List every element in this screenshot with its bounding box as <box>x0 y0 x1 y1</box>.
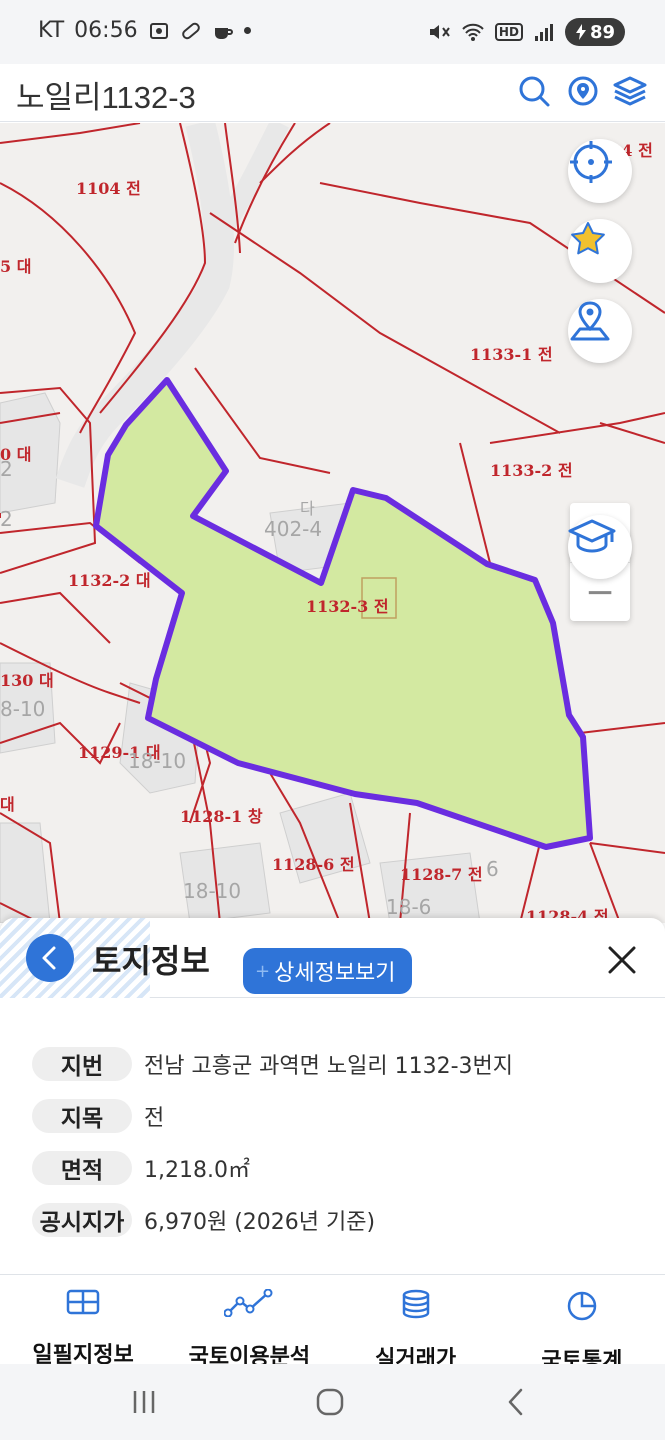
search-icon <box>519 76 550 107</box>
wifi-icon <box>462 23 484 41</box>
info-row-land-category: 지목 전 <box>32 1090 513 1142</box>
building-label: 6 <box>486 857 499 881</box>
map-view[interactable]: 1104 전 1134 전 5 대 1133-1 전 0 대 1133-2 전 … <box>0 123 665 923</box>
graduation-cap-icon <box>568 519 616 553</box>
nav-parcel-info[interactable]: 일필지정보 <box>0 1275 166 1368</box>
info-row-lot-number: 지번 전남 고흥군 과역면 노일리 1132-3번지 <box>32 1038 513 1090</box>
parcel-label: 5 대 <box>0 257 32 276</box>
info-value: 1,218.0㎡ <box>144 1158 250 1183</box>
battery-indicator: 89 <box>564 18 625 46</box>
favorite-button[interactable] <box>568 219 632 283</box>
info-label: 공시지가 <box>32 1203 132 1237</box>
panel-header: 토지정보 + 상세정보보기 <box>0 918 665 998</box>
parcel-label: 1128-7 전 <box>400 865 483 884</box>
close-icon <box>608 946 636 974</box>
back-icon <box>508 1388 523 1416</box>
status-bar: KT 06:56 HD 89 <box>0 0 665 64</box>
app-header: 노일리1132-3 <box>0 64 665 122</box>
system-back-button[interactable] <box>496 1384 536 1420</box>
star-icon <box>571 222 605 255</box>
info-row-area: 면적 1,218.0㎡ <box>32 1142 513 1194</box>
nav-land-use-analysis[interactable]: 국토이용분석 <box>166 1275 332 1370</box>
building-label: 18-6 <box>386 895 432 919</box>
nav-land-statistics[interactable]: 국토통계 <box>499 1275 665 1374</box>
database-icon <box>402 1289 429 1319</box>
land-info-panel: 토지정보 + 상세정보보기 지번 전남 고흥군 과역면 노일리 1132-3번지… <box>0 918 665 1274</box>
page-title: 노일리1132-3 <box>16 80 196 115</box>
info-label: 지목 <box>32 1099 132 1133</box>
notification-icons <box>148 20 251 42</box>
education-button[interactable] <box>568 515 632 579</box>
search-button[interactable] <box>515 72 553 110</box>
gps-button[interactable] <box>568 139 632 203</box>
info-value: 전남 고흥군 과역면 노일리 1132-3번지 <box>144 1054 514 1079</box>
close-button[interactable] <box>600 938 644 982</box>
info-value: 전 <box>144 1106 165 1131</box>
carrier: KT <box>38 18 65 43</box>
line-chart-icon <box>224 1289 273 1317</box>
map-pin-icon <box>570 301 610 341</box>
status-right: HD 89 <box>427 18 625 46</box>
land-info-rows: 지번 전남 고흥군 과역면 노일리 1132-3번지 지목 전 면적 1,218… <box>32 1038 513 1246</box>
plus-icon: + <box>255 960 271 982</box>
building-label: 다 <box>300 499 315 518</box>
nav-real-transaction-price[interactable]: 실거래가 <box>333 1275 499 1372</box>
view-details-button[interactable]: + 상세정보보기 <box>243 948 412 994</box>
status-left: KT 06:56 <box>38 18 251 43</box>
info-row-official-price: 공시지가 6,970원 (2026년 기준) <box>32 1194 513 1246</box>
parcel-label: 대 <box>0 795 15 814</box>
building-label: 8-10 <box>0 697 46 721</box>
grid-table-icon <box>66 1289 100 1315</box>
recent-apps-icon <box>133 1391 155 1413</box>
panel-title: 토지정보 <box>92 942 210 980</box>
map-canvas[interactable] <box>0 123 665 923</box>
parcel-label: 1132-3 전 <box>306 597 389 616</box>
gps-target-icon <box>570 141 612 183</box>
building-label: 2 <box>0 507 13 531</box>
map-marker-button[interactable] <box>568 299 632 363</box>
info-label: 면적 <box>32 1151 132 1185</box>
parcel-label: 1128-6 전 <box>272 855 355 874</box>
parcel-label: 130 대 <box>0 671 54 690</box>
pie-chart-icon <box>567 1291 597 1321</box>
pill-icon <box>181 22 200 39</box>
battery-level: 89 <box>589 21 615 43</box>
building-label: 402-4 <box>264 517 323 541</box>
info-value: 6,970원 (2026년 기준) <box>144 1210 376 1235</box>
parcel-label: 1133-1 전 <box>470 345 553 364</box>
dot-icon <box>243 27 251 34</box>
chevron-left-icon <box>42 946 56 970</box>
parcel-label: 1133-2 전 <box>490 461 573 480</box>
parcel-label: 1104 전 <box>76 179 141 198</box>
building-label: 18-10 <box>128 749 187 773</box>
bottom-navigation: 일필지정보 국토이용분석 실거래가 국토통계 <box>0 1274 665 1374</box>
home-icon <box>316 1388 344 1416</box>
building-label: 18-10 <box>183 879 242 903</box>
home-button[interactable] <box>310 1384 350 1420</box>
system-navigation-bar <box>0 1364 665 1440</box>
layers-button[interactable] <box>611 72 649 110</box>
recent-apps-button[interactable] <box>124 1384 164 1420</box>
building-label: 2 <box>0 457 13 481</box>
parcel-label: 1128-1 창 <box>180 807 263 826</box>
view-details-label: 상세정보보기 <box>274 961 396 986</box>
hd-icon: HD <box>494 23 523 41</box>
screenshot-icon <box>149 22 168 39</box>
info-label: 지번 <box>32 1047 132 1081</box>
mute-icon <box>429 25 450 39</box>
back-button[interactable] <box>26 934 74 982</box>
coffee-icon <box>214 27 233 39</box>
charging-icon <box>575 24 586 40</box>
location-target-icon <box>568 76 598 106</box>
signal-icon <box>534 24 553 41</box>
parcel-label: 1132-2 대 <box>68 571 151 590</box>
current-location-button[interactable] <box>564 72 602 110</box>
clock: 06:56 <box>74 18 138 43</box>
layers-icon <box>613 76 647 106</box>
